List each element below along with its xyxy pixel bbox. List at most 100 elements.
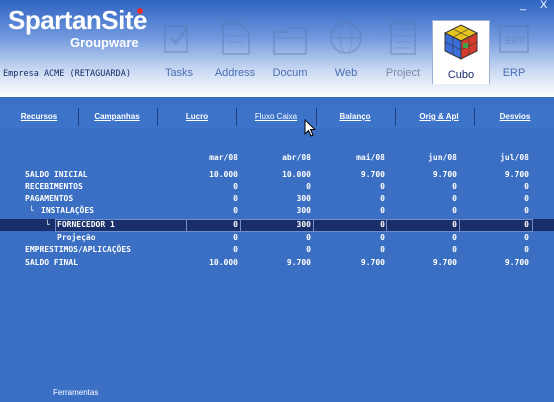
table-cell[interactable]: 0 <box>178 205 238 217</box>
column-header: mai/08 <box>356 153 385 162</box>
module-label: Project <box>385 67 421 79</box>
table-cell[interactable]: 0 <box>397 193 457 205</box>
header-divider <box>0 95 554 97</box>
tab-campanhas[interactable]: Campanhas <box>86 105 148 129</box>
company-label: Empresa ACME (RETAGUARDA) <box>3 69 131 79</box>
table-cell[interactable]: 0 <box>469 244 529 256</box>
column-header: jul/08 <box>500 153 529 162</box>
minimize-button[interactable]: _ <box>520 0 526 11</box>
logo-dot <box>137 8 143 14</box>
table-cell[interactable]: 0 <box>178 181 238 193</box>
module-label: Tasks <box>164 67 194 79</box>
table-cell[interactable]: 10.000 <box>178 169 238 181</box>
module-docum[interactable]: Docum <box>263 18 317 79</box>
table-cell[interactable]: 0 <box>469 232 529 244</box>
module-label: Web <box>334 67 358 79</box>
module-cubo[interactable]: Cubo <box>432 20 490 84</box>
table-row[interactable]: EMPRESTIMOS/APLICAÇÕES 0 0 0 0 0 <box>0 244 554 256</box>
table-cell[interactable]: 10.000 <box>178 257 238 269</box>
tab-lucro[interactable]: Lucro <box>166 105 228 129</box>
table-cell[interactable]: 0 <box>397 219 457 231</box>
table-cell[interactable]: 9.700 <box>325 257 385 269</box>
tab-desvios[interactable]: Desvios <box>484 105 546 129</box>
tab-recursos[interactable]: Recursos <box>8 105 70 129</box>
table-cell[interactable]: 0 <box>397 181 457 193</box>
table-cell[interactable]: 9.700 <box>325 169 385 181</box>
table-cell[interactable]: 0 <box>397 232 457 244</box>
table-cell[interactable]: 0 <box>325 205 385 217</box>
table-row[interactable]: SALDO INICIAL 10.000 10.000 9.700 9.700 … <box>0 169 554 181</box>
table-cell[interactable]: 300 <box>251 193 311 205</box>
table-cell[interactable]: 0 <box>251 232 311 244</box>
row-label: PAGAMENTOS <box>25 194 74 203</box>
tab-fluxo-caixa[interactable]: Fluxo Caixa <box>240 105 312 129</box>
module-erp[interactable]: ERP ERP <box>487 18 541 79</box>
table-cell[interactable]: 9.700 <box>397 169 457 181</box>
table-header-row: mar/08 abr/08 mai/08 jun/08 jul/08 <box>0 152 554 164</box>
row-label: INSTALAÇÕES <box>41 206 94 215</box>
table-cell[interactable]: 0 <box>469 219 529 231</box>
tab-balanco[interactable]: Balanço <box>324 105 386 129</box>
column-header: mar/08 <box>209 153 238 162</box>
table-cell[interactable]: 9.700 <box>397 257 457 269</box>
module-label: Address <box>214 67 256 79</box>
table-row[interactable]: └ INSTALAÇÕES 0 300 0 0 0 <box>0 205 554 217</box>
module-address[interactable]: Address <box>208 18 262 79</box>
table-cell[interactable]: 0 <box>178 193 238 205</box>
tab-bar: Recursos Campanhas Lucro Fluxo Caixa Bal… <box>0 105 554 129</box>
tab-separator <box>395 108 396 126</box>
table-cell[interactable]: 0 <box>397 205 457 217</box>
module-label: ERP <box>502 67 526 79</box>
module-project[interactable]: Project <box>376 18 430 79</box>
tools-link[interactable]: Ferramentas <box>53 388 98 397</box>
table-cell[interactable]: 0 <box>325 244 385 256</box>
app-header: SpartanSite Groupware Empresa ACME (RETA… <box>0 0 554 97</box>
globe-icon <box>326 18 366 60</box>
table-cell[interactable]: 0 <box>325 232 385 244</box>
app-logo: SpartanSite <box>8 5 148 35</box>
table-row[interactable]: SALDO FINAL 10.000 9.700 9.700 9.700 9.7… <box>0 257 554 269</box>
folder-icon <box>270 18 310 60</box>
table-cell[interactable]: 0 <box>178 232 238 244</box>
app-subtitle: Groupware <box>70 35 139 50</box>
table-cell[interactable]: 0 <box>251 244 311 256</box>
rubik-cube-icon <box>441 21 481 63</box>
table-cell[interactable]: 0 <box>325 181 385 193</box>
table-cell[interactable]: 0 <box>251 181 311 193</box>
table-cell[interactable]: 0 <box>325 219 385 231</box>
table-row[interactable]: RECEBIMENTOS 0 0 0 0 0 <box>0 181 554 193</box>
mouse-cursor-icon <box>304 119 317 137</box>
table-cell[interactable]: 0 <box>469 181 529 193</box>
table-row[interactable]: Projeção 0 0 0 0 0 <box>0 232 554 244</box>
tree-connector: └ <box>45 220 50 229</box>
module-label: Cubo <box>447 69 475 81</box>
table-cell[interactable]: 0 <box>397 244 457 256</box>
table-cell[interactable]: 0 <box>469 205 529 217</box>
row-label: EMPRESTIMOS/APLICAÇÕES <box>25 245 131 254</box>
row-label: SALDO INICIAL <box>25 170 88 179</box>
table-cell[interactable]: 300 <box>251 205 311 217</box>
table-cell[interactable]: 0 <box>178 219 238 231</box>
table-row[interactable]: PAGAMENTOS 0 300 0 0 0 <box>0 193 554 205</box>
table-cell[interactable]: 9.700 <box>469 257 529 269</box>
table-row-selected[interactable]: └ FORNECEDOR 1 0 300 0 0 0 <box>0 219 554 232</box>
table-cell[interactable]: 0 <box>178 244 238 256</box>
selection-cell <box>55 219 187 232</box>
table-cell[interactable]: 0 <box>325 193 385 205</box>
module-web[interactable]: Web <box>319 18 373 79</box>
tab-separator <box>474 108 475 126</box>
table-cell[interactable]: 9.700 <box>251 257 311 269</box>
tab-separator <box>236 108 237 126</box>
table-cell[interactable]: 10.000 <box>251 169 311 181</box>
module-tasks[interactable]: Tasks <box>152 18 206 79</box>
close-button[interactable]: X <box>540 0 547 11</box>
table-cell[interactable]: 0 <box>469 193 529 205</box>
table-cell[interactable]: 9.700 <box>469 169 529 181</box>
tree-connector: └ <box>29 206 34 215</box>
tab-orig-apl[interactable]: Orig & Apl <box>404 105 474 129</box>
address-book-icon <box>215 18 255 60</box>
column-header: jun/08 <box>428 153 457 162</box>
table-cell[interactable]: 300 <box>251 219 311 231</box>
svg-text:ERP: ERP <box>505 36 526 47</box>
tab-separator <box>157 108 158 126</box>
